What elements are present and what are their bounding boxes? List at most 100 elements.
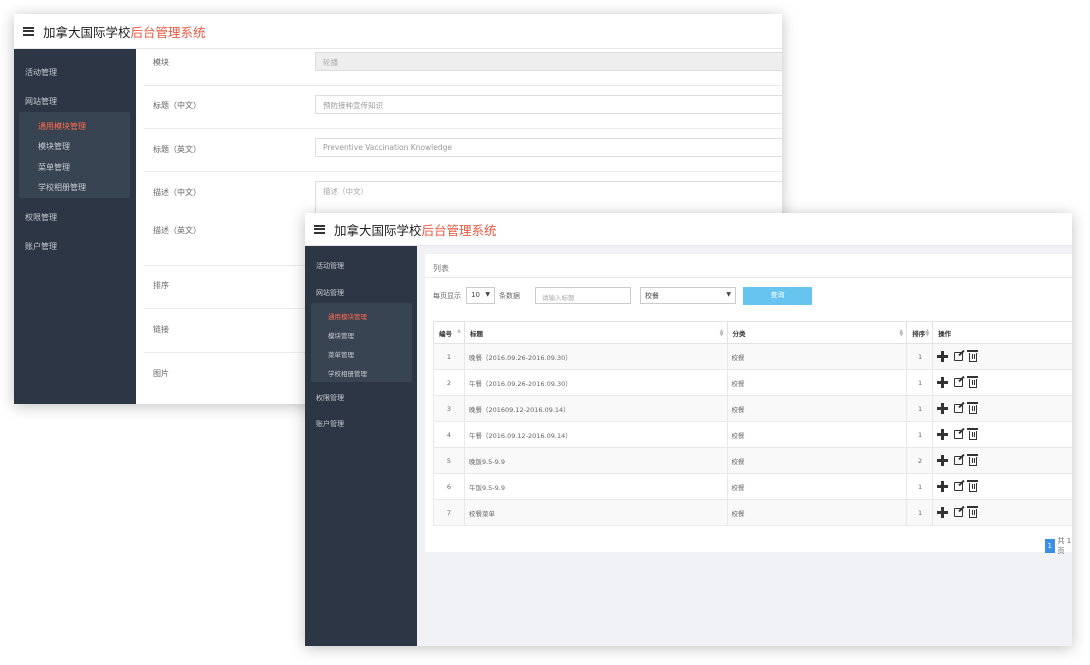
cell-sort: 1 — [906, 343, 934, 370]
cell-id: 1 — [433, 343, 465, 370]
sidebar-subitem-album[interactable]: 学校相册管理 — [38, 182, 86, 193]
divider — [144, 85, 782, 86]
edit-icon[interactable] — [954, 456, 964, 465]
cell-category: 校餐 — [726, 395, 908, 422]
sidebar-item-activity[interactable]: 活动管理 — [316, 261, 344, 271]
cell-category: 校餐 — [726, 421, 908, 448]
trash-icon[interactable] — [967, 402, 979, 414]
plus-icon[interactable] — [937, 403, 949, 414]
title-cn-field[interactable]: 预防接种宣传知识 — [315, 95, 782, 114]
sidebar: 活动管理 网站管理 通用模块管理 模块管理 菜单管理 学校相册管理 权限管理 账… — [305, 246, 417, 646]
module-field: 轮播 — [315, 52, 782, 71]
col-header-title[interactable]: 标题 ▲ ▼ — [463, 321, 728, 344]
sidebar-item-permission[interactable]: 权限管理 — [25, 212, 57, 223]
edit-icon[interactable] — [954, 404, 964, 413]
sidebar-item-permission[interactable]: 权限管理 — [316, 393, 344, 403]
plus-icon[interactable] — [937, 429, 949, 440]
per-page-select[interactable]: 10 ▼ — [466, 287, 495, 304]
per-page-suffix: 条数据 — [499, 292, 520, 300]
brand-subtitle: 后台管理系统 — [421, 222, 497, 238]
module-label: 模块 — [153, 58, 169, 67]
sidebar-subitem-album[interactable]: 学校相册管理 — [328, 368, 367, 378]
cell-id: 6 — [433, 473, 465, 500]
sort-icon: ▲ ▼ — [719, 328, 724, 338]
sort-icon: ▲ — [457, 328, 461, 334]
cell-actions — [932, 395, 1072, 422]
top-bar: 加拿大国际学校 后台管理系统 — [14, 14, 782, 49]
cell-title: 晚餐（201609.12-2016.09.14） — [463, 395, 728, 422]
edit-icon[interactable] — [954, 508, 964, 517]
cell-actions — [932, 499, 1072, 526]
cell-actions — [932, 343, 1072, 370]
sidebar-subitem-common[interactable]: 通用模块管理 — [38, 121, 86, 132]
plus-icon[interactable] — [937, 481, 949, 492]
col-header-category[interactable]: 分类 ▲ ▼ — [726, 321, 908, 344]
cell-title: 晚饭9.5-9.9 — [463, 447, 728, 474]
per-page-value: 10 — [471, 291, 480, 299]
plus-icon[interactable] — [937, 377, 949, 388]
trash-icon[interactable] — [967, 506, 979, 518]
cell-title: 午饭9.5-9.9 — [463, 473, 728, 500]
edit-icon[interactable] — [954, 482, 964, 491]
sidebar: 活动管理 网站管理 通用模块管理 模块管理 菜单管理 学校相册管理 权限管理 账… — [14, 49, 136, 404]
search-input[interactable]: 请输入标题 — [535, 287, 631, 304]
title-en-field[interactable]: Preventive Vaccination Knowledge — [315, 138, 782, 157]
sidebar-item-activity[interactable]: 活动管理 — [25, 67, 57, 78]
cell-id: 2 — [433, 369, 465, 396]
edit-icon[interactable] — [954, 352, 964, 361]
sidebar-item-account[interactable]: 账户管理 — [316, 419, 344, 429]
sidebar-item-website[interactable]: 网站管理 — [316, 288, 344, 298]
cell-title: 午餐（2016.09.26-2016.09.30） — [463, 369, 728, 396]
hamburger-icon[interactable] — [314, 224, 325, 234]
cell-id: 5 — [433, 447, 465, 474]
trash-icon[interactable] — [967, 480, 979, 492]
sidebar-subitem-menu[interactable]: 菜单管理 — [38, 162, 70, 173]
desc-en-label: 描述（英文） — [153, 226, 201, 235]
hamburger-icon[interactable] — [23, 26, 34, 36]
sidebar-subitem-module[interactable]: 模块管理 — [328, 330, 354, 340]
trash-icon[interactable] — [967, 376, 979, 388]
edit-icon[interactable] — [954, 378, 964, 387]
cell-actions — [932, 421, 1072, 448]
trash-icon[interactable] — [967, 350, 979, 362]
plus-icon[interactable] — [937, 351, 949, 362]
sort-label: 排序 — [153, 281, 169, 290]
list-panel: 列表 每页显示 10 ▼ 条数据 请输入标题 校餐 ▼ 查询 编号 ▲ 标题 ▲… — [425, 254, 1072, 555]
cell-category: 校餐 — [726, 447, 908, 474]
plus-icon[interactable] — [937, 507, 949, 518]
per-page-prefix: 每页显示 — [433, 292, 461, 300]
brand-title: 加拿大国际学校 — [334, 222, 422, 238]
page-total: 共 1 页 — [1057, 537, 1072, 555]
cell-category: 校餐 — [726, 369, 908, 396]
cell-sort: 1 — [906, 473, 934, 500]
col-header-sort[interactable]: 排序 ▲ ▼ — [906, 321, 934, 344]
table-row: 5 晚饭9.5-9.9 校餐 2 — [433, 447, 1072, 474]
table-row: 3 晚餐（201609.12-2016.09.14） 校餐 1 — [433, 395, 1072, 422]
category-select[interactable]: 校餐 ▼ — [640, 287, 736, 304]
sidebar-item-website[interactable]: 网站管理 — [25, 96, 57, 107]
plus-icon[interactable] — [937, 455, 949, 466]
divider — [144, 171, 782, 172]
cell-actions — [932, 473, 1072, 500]
sidebar-subitem-common[interactable]: 通用模块管理 — [328, 311, 367, 321]
cell-category: 校餐 — [726, 499, 908, 526]
table-row: 6 午饭9.5-9.9 校餐 1 — [433, 473, 1072, 500]
page-1-button[interactable]: 1 — [1045, 539, 1055, 553]
table-row: 7 校餐菜单 校餐 1 — [433, 499, 1072, 526]
category-value: 校餐 — [645, 292, 659, 300]
trash-icon[interactable] — [967, 428, 979, 440]
cell-id: 4 — [433, 421, 465, 448]
sidebar-subitem-menu[interactable]: 菜单管理 — [328, 349, 354, 359]
edit-icon[interactable] — [954, 430, 964, 439]
desc-cn-label: 描述（中文） — [153, 188, 201, 197]
sidebar-item-account[interactable]: 账户管理 — [25, 241, 57, 252]
sort-icon: ▲ ▼ — [899, 328, 904, 338]
brand-subtitle: 后台管理系统 — [130, 24, 206, 40]
query-button[interactable]: 查询 — [743, 287, 812, 305]
title-cn-label: 标题（中文） — [153, 101, 201, 110]
cell-title: 校餐菜单 — [463, 499, 728, 526]
divider — [144, 128, 782, 129]
col-header-id[interactable]: 编号 ▲ — [433, 321, 465, 344]
sidebar-subitem-module[interactable]: 模块管理 — [38, 141, 70, 152]
trash-icon[interactable] — [967, 454, 979, 466]
